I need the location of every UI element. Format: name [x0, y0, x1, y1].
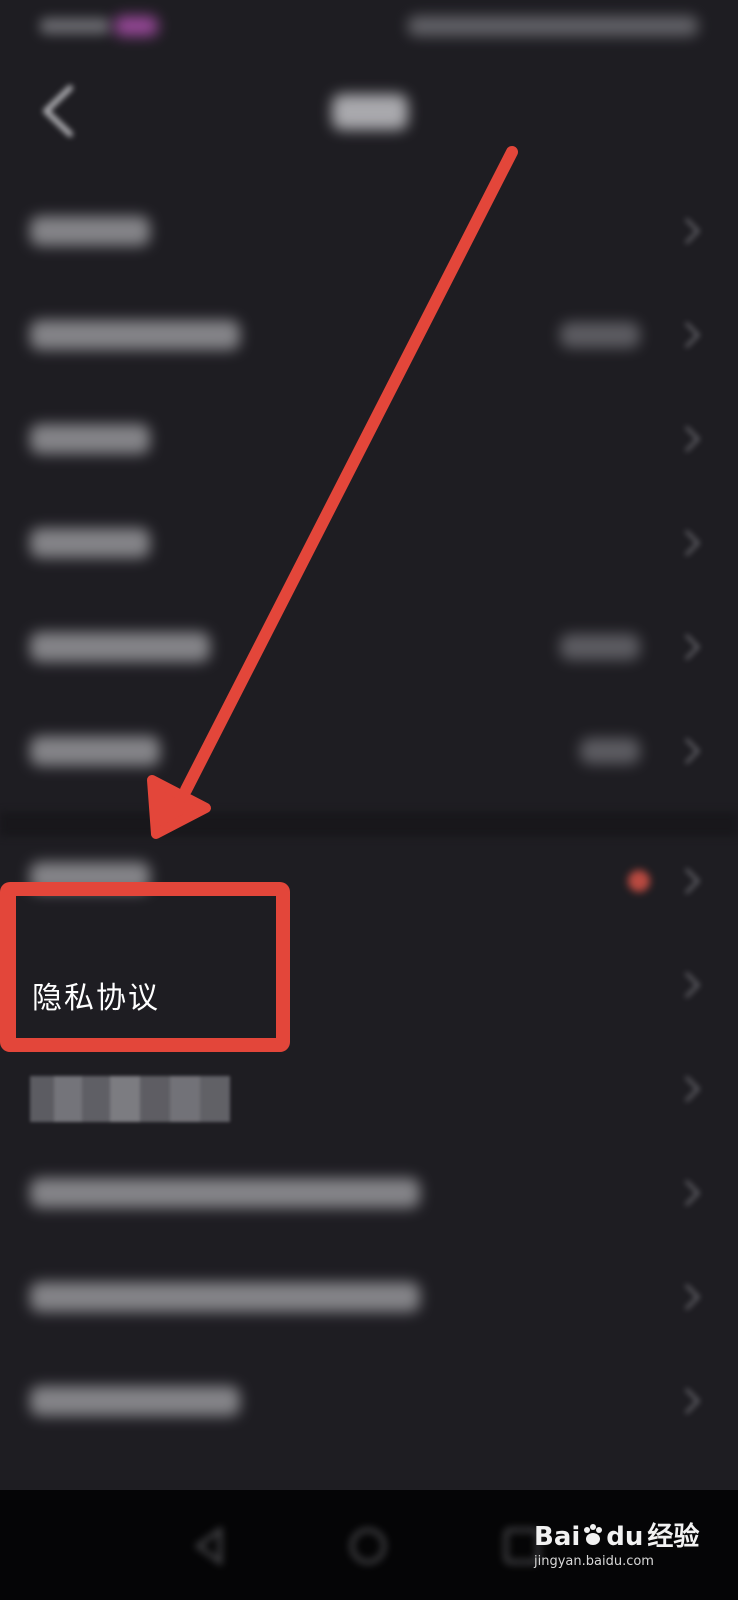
- row-label-blurred: [30, 736, 160, 766]
- chevron-right-icon: [684, 633, 701, 661]
- settings-row-3[interactable]: [0, 386, 738, 492]
- settings-screen: 隐私协议 Bai du 经验 jingyan.baidu.com: [0, 0, 738, 1600]
- chevron-right-icon: [684, 1179, 701, 1207]
- chevron-right-icon: [684, 321, 701, 349]
- status-time-blurred: [40, 18, 110, 34]
- nav-home-icon[interactable]: [346, 1524, 390, 1568]
- row-label-blurred: [30, 216, 150, 246]
- nav-back-icon[interactable]: [190, 1524, 234, 1568]
- privacy-agreement-label: 隐私协议: [32, 981, 160, 1016]
- settings-row-1[interactable]: [0, 178, 738, 284]
- back-icon[interactable]: [36, 84, 80, 138]
- chevron-right-icon: [684, 737, 701, 765]
- status-left-blurred: [40, 14, 170, 40]
- row-value-blurred: [560, 634, 640, 660]
- settings-row-5[interactable]: [0, 594, 738, 700]
- settings-row-2[interactable]: [0, 282, 738, 388]
- row-label-blurred: [30, 862, 150, 892]
- row-label-blurred: [30, 632, 210, 662]
- settings-row-4[interactable]: [0, 490, 738, 596]
- row-label-pixelated: [30, 1076, 230, 1122]
- paw-icon: [584, 1524, 603, 1545]
- chevron-right-icon: [684, 971, 701, 999]
- settings-row-11[interactable]: [0, 1244, 738, 1350]
- settings-row-12[interactable]: [0, 1348, 738, 1454]
- row-label-blurred: [30, 1282, 420, 1312]
- nav-bar: [0, 60, 738, 160]
- row-value-blurred: [580, 738, 640, 764]
- chevron-right-icon: [684, 1387, 701, 1415]
- system-nav-bar: Bai du 经验 jingyan.baidu.com: [0, 1490, 738, 1600]
- watermark-brand: Bai du 经验: [534, 1522, 700, 1552]
- chevron-right-icon: [684, 1075, 701, 1103]
- chevron-right-icon: [684, 1283, 701, 1311]
- row-label-blurred: [30, 528, 150, 558]
- watermark-url: jingyan.baidu.com: [534, 1554, 654, 1569]
- settings-row-6[interactable]: [0, 698, 738, 804]
- baidu-jingyan-watermark: Bai du 经验 jingyan.baidu.com: [534, 1512, 704, 1572]
- row-label-blurred: [30, 1178, 420, 1208]
- status-indicators-blurred: [408, 16, 698, 36]
- settings-row-9[interactable]: [0, 1036, 738, 1142]
- red-dot-icon: [628, 870, 650, 892]
- status-app-icon-blurred: [114, 16, 158, 36]
- row-label-blurred: [30, 320, 240, 350]
- chevron-right-icon: [684, 529, 701, 557]
- settings-row-10[interactable]: [0, 1140, 738, 1246]
- chevron-right-icon: [684, 425, 701, 453]
- settings-row-7[interactable]: [0, 828, 738, 934]
- status-bar: [0, 0, 738, 56]
- row-label-blurred: [30, 424, 150, 454]
- page-title-blurred: [332, 94, 408, 130]
- chevron-right-icon: [684, 867, 701, 895]
- row-label-blurred: [30, 1386, 240, 1416]
- chevron-right-icon: [684, 217, 701, 245]
- row-value-blurred: [560, 322, 640, 348]
